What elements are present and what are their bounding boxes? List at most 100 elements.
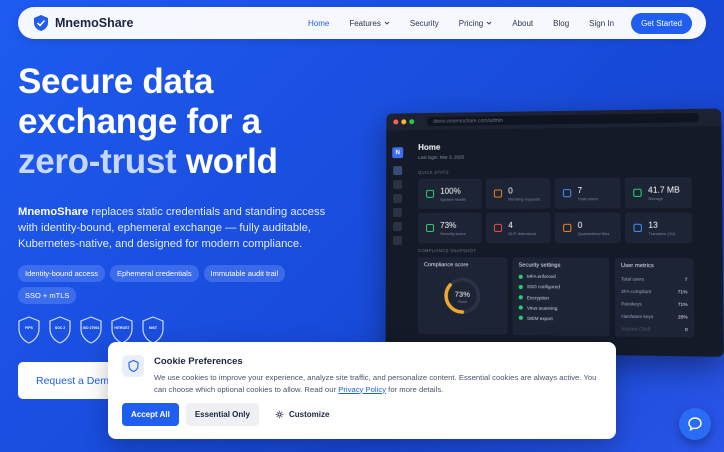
user-metric-row: Total users 7: [621, 276, 687, 282]
stat-value: 73%: [440, 220, 457, 230]
hero-title-line2: exchange for a: [18, 102, 261, 141]
nav-sign-in-label: Sign In: [589, 18, 615, 28]
stat-label: Security score: [440, 230, 466, 236]
stat-card: 13 Transfers (7d): [624, 212, 693, 244]
stat-icon: [563, 223, 572, 232]
cookie-text-end: for more details.: [386, 384, 444, 394]
compliance-badge-icon: NIST: [142, 316, 164, 344]
nav-security[interactable]: Security: [410, 19, 439, 28]
stat-icon: [426, 189, 435, 198]
stat-icon: [493, 189, 503, 198]
status-dot-icon: [518, 274, 523, 279]
quick-stats-label: QUICK STATS: [418, 169, 449, 175]
compliance-score-value: 73%: [454, 289, 470, 299]
security-settings-panel: Security settings MFA enforced SSO config…: [512, 257, 610, 337]
shield-icon: [393, 207, 403, 218]
compliance-badge-icon: ISO 27001: [80, 316, 102, 344]
stat-icon: [425, 223, 435, 232]
nav-home-label: Home: [307, 18, 330, 28]
stat-card: 73% Security score: [417, 212, 482, 244]
shield-check-icon: [34, 15, 48, 31]
brand-name: MnemoShare: [55, 16, 134, 30]
dashboard-sidebar: N: [392, 147, 406, 250]
dashboard-preview: demo.mnemoshare.com/admin N Home Last lo…: [385, 108, 724, 357]
stat-icon: [633, 223, 642, 232]
stat-card: 4 DLP detections: [485, 212, 551, 244]
shield-icon: [122, 355, 144, 377]
stat-label: Storage: [648, 195, 664, 201]
compliance-score-panel: Compliance score 73% Good: [417, 257, 508, 336]
security-setting-label: Encryption: [526, 294, 550, 301]
stat-value: 0: [508, 185, 513, 195]
stat-value: 41.7 MB: [647, 184, 680, 195]
user-metric-value: 28%: [677, 314, 688, 320]
nav-sign-in[interactable]: Sign In: [589, 19, 614, 28]
gear-icon: [275, 410, 284, 419]
feature-tag: Ephemeral credentials: [109, 265, 199, 282]
security-setting-item: MFA enforced: [518, 274, 603, 280]
cookie-consent-banner: Cookie Preferences We use cookies to imp…: [108, 342, 616, 439]
security-setting-label: SIEM export: [527, 315, 553, 322]
nav-home[interactable]: Home: [308, 19, 329, 28]
request-demo-button[interactable]: Request a Demo: [18, 362, 118, 399]
get-started-button[interactable]: Get Started: [631, 12, 692, 34]
user-metric-label: Hardware keys: [621, 313, 654, 320]
dashboard-title: Home: [418, 142, 441, 152]
compliance-score-label: Good: [457, 299, 467, 304]
chat-support-button[interactable]: [679, 408, 711, 440]
compliance-badge-icon: HITRUST: [111, 316, 133, 344]
chevron-down-icon: [384, 21, 390, 25]
security-settings-title: Security settings: [518, 262, 561, 269]
customize-button[interactable]: Customize: [266, 403, 338, 426]
window-minimize-dot: [401, 119, 407, 125]
user-metric-label: Passkeys: [621, 301, 642, 307]
badge-label: FIPS: [25, 326, 33, 330]
status-dot-icon: [518, 305, 523, 310]
user-metric-row: 2FA compliant 71%: [621, 289, 687, 295]
feature-tag: Immutable audit trail: [203, 265, 286, 282]
files-icon: [393, 180, 403, 190]
nav-pricing-label: Pricing: [458, 18, 484, 28]
user-metrics-title: User metrics: [620, 262, 654, 270]
stat-value: 100%: [440, 186, 461, 196]
nav-blog[interactable]: Blog: [553, 19, 569, 28]
accept-all-button[interactable]: Accept All: [122, 403, 179, 426]
user-metric-label: 2FA compliant: [621, 288, 652, 295]
compliance-snapshot-label: COMPLIANCE SNAPSHOT: [417, 248, 477, 254]
feature-tags: Identity-bound access Ephemeral credenti…: [18, 265, 318, 304]
url-bar: demo.mnemoshare.com/admin: [427, 112, 699, 126]
nav-pricing[interactable]: Pricing: [459, 19, 492, 28]
quick-stats-grid: 100% System health 0 Pending requests 7 Total…: [417, 177, 714, 244]
stat-label: System health: [440, 196, 466, 202]
compliance-score-title: Compliance score: [423, 262, 469, 269]
hero-description: MnemoShare replaces static credentials a…: [18, 204, 338, 252]
cookie-title: Cookie Preferences: [154, 356, 243, 367]
stat-value: 0: [577, 220, 583, 230]
essential-only-button[interactable]: Essential Only: [185, 403, 259, 426]
hero-desc-brand: MnemoShare: [18, 206, 89, 218]
status-dot-icon: [518, 316, 523, 321]
compliance-badge-icon: FIPS: [18, 316, 40, 344]
window-maximize-dot: [409, 119, 415, 125]
stat-label: Quarantined files: [577, 230, 610, 236]
user-metric-label: Total users: [621, 276, 645, 282]
compliance-gauge: 73% Good: [442, 275, 483, 316]
privacy-policy-link[interactable]: Privacy Policy: [338, 385, 386, 394]
badge-label: HITRUST: [114, 326, 130, 330]
stat-card: 0 Pending requests: [485, 178, 551, 209]
nav-about[interactable]: About: [512, 19, 533, 28]
nav-features[interactable]: Features: [349, 19, 390, 28]
security-setting-item: Encryption: [518, 294, 604, 301]
stat-label: Total users: [577, 195, 598, 201]
security-setting-label: MFA enforced: [526, 274, 556, 280]
brand-logo[interactable]: MnemoShare: [34, 15, 134, 31]
stat-icon: [562, 189, 572, 198]
stat-card: 100% System health: [418, 178, 482, 209]
security-setting-item: SIEM export: [518, 315, 604, 322]
badge-label: NIST: [149, 326, 157, 330]
user-metric-value: 71%: [677, 301, 688, 308]
hero-title-end: world: [176, 142, 278, 181]
user-metric-value: 7: [684, 276, 688, 282]
customize-label: Customize: [288, 410, 330, 419]
user-metric-label: Inactive (30d): [621, 326, 651, 332]
